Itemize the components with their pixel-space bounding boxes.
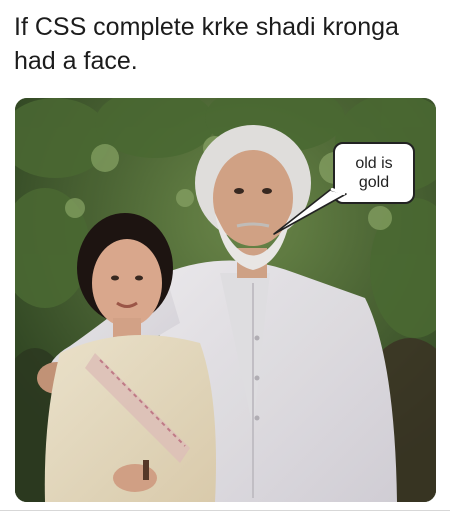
speech-bubble-tail [273,188,347,235]
divider [0,510,450,511]
speech-bubble-line-2: gold [358,174,390,191]
speech-bubble-line-1: old is [355,155,393,172]
meme-caption: If CSS complete krke shadi kronga had a … [14,13,399,75]
